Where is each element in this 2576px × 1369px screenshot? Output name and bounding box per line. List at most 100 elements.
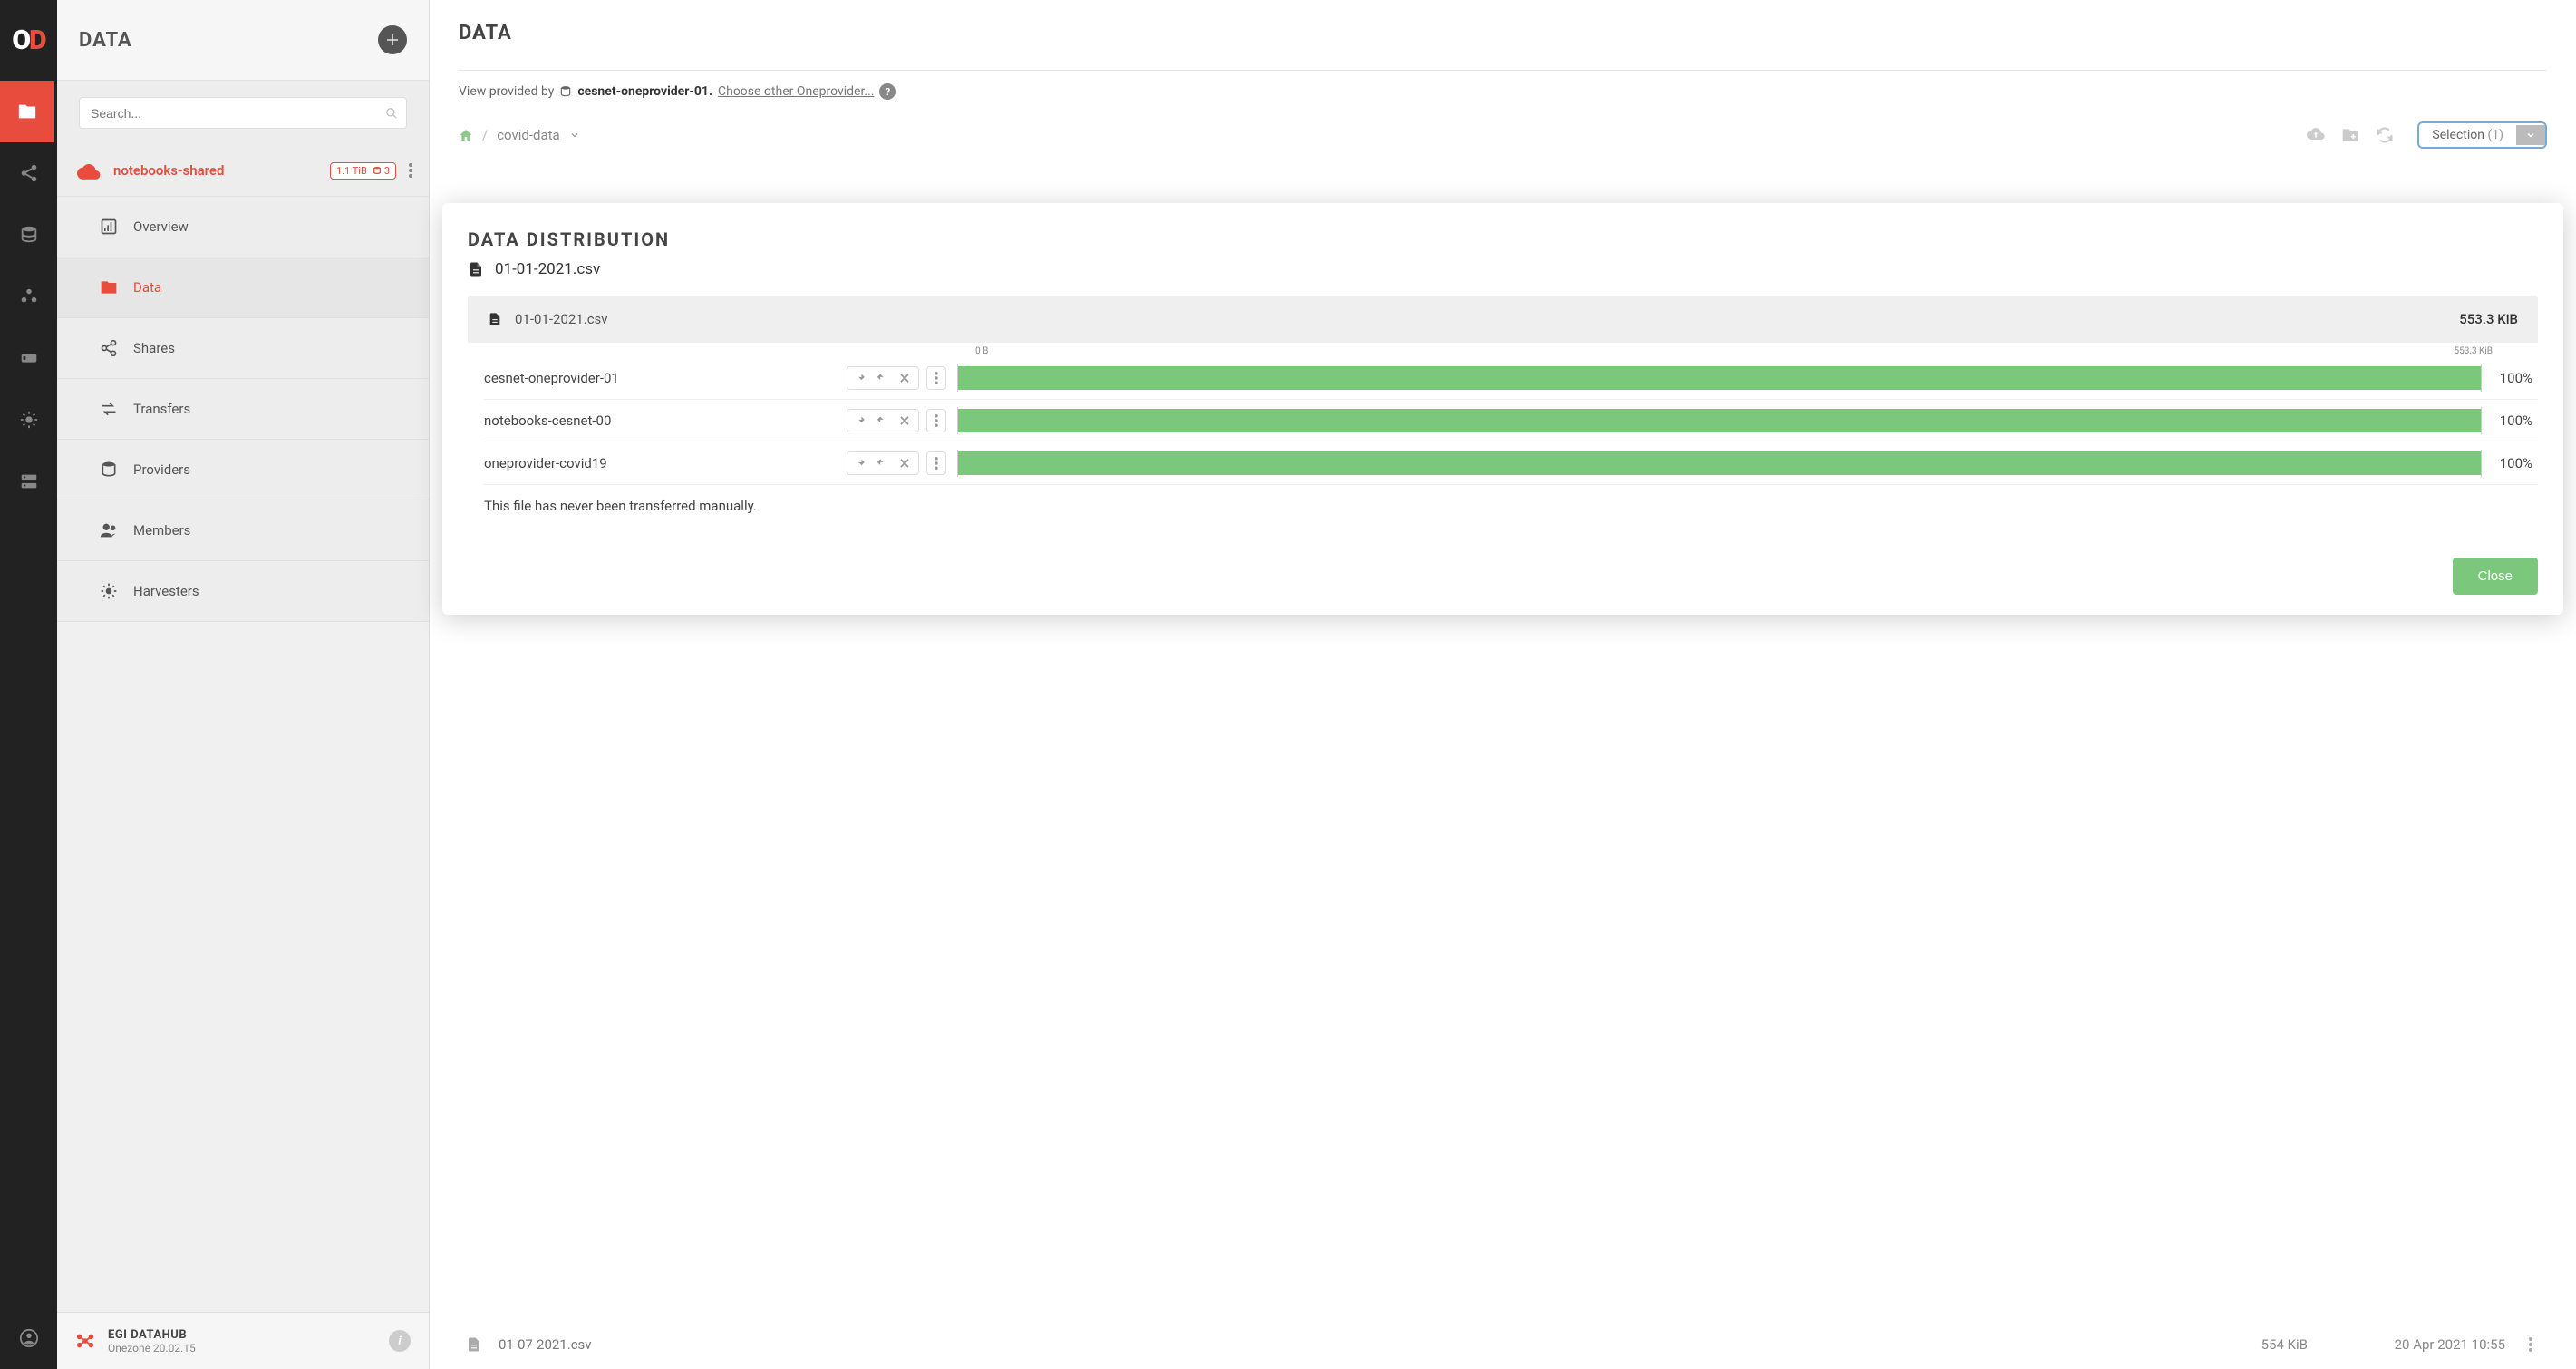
space-name: notebooks-shared <box>113 162 330 179</box>
folder-icon <box>17 102 37 121</box>
provider-menu-2[interactable] <box>926 451 946 475</box>
data-distribution-modal: DATA DISTRIBUTION 01-01-2021.csv 01-01-2… <box>442 203 2563 615</box>
server-icon <box>19 471 39 491</box>
footer-title: EGI DATAHUB <box>108 1328 376 1342</box>
toolbar: / covid-data Selection (1) <box>430 112 2576 158</box>
sidebar-footer: EGI DATAHUB Onezone 20.02.15 i <box>57 1312 429 1369</box>
token-icon <box>19 348 39 368</box>
provider-menu-1[interactable] <box>926 409 946 432</box>
space-menu-button[interactable] <box>403 163 418 178</box>
download-out-icon[interactable] <box>876 372 889 384</box>
info-button[interactable]: i <box>389 1330 411 1352</box>
provider-row-0: cesnet-oneprovider-01 100% <box>484 357 2538 400</box>
file-icon <box>488 310 502 328</box>
download-out-icon[interactable] <box>876 457 889 470</box>
never-transferred-note: This file has never been transferred man… <box>484 485 2538 521</box>
file-icon <box>468 259 484 279</box>
file-size: 554 KiB <box>2199 1336 2308 1353</box>
provider-pct-2: 100% <box>2493 455 2538 471</box>
home-icon[interactable] <box>459 128 473 142</box>
upload-icon <box>2307 126 2325 144</box>
new-folder-button[interactable] <box>2341 126 2359 144</box>
close-icon[interactable] <box>898 414 911 427</box>
space-badge: 1.1 TiB 3 <box>330 162 396 180</box>
file-menu-button[interactable] <box>2522 1337 2540 1352</box>
add-space-button[interactable] <box>378 25 407 54</box>
sidebar-header: DATA <box>57 0 429 81</box>
space-item[interactable]: notebooks-shared 1.1 TiB 3 <box>57 145 429 197</box>
close-icon[interactable] <box>898 372 911 384</box>
rail-clusters[interactable] <box>0 266 57 327</box>
download-out-icon[interactable] <box>876 414 889 427</box>
database-icon <box>19 225 39 245</box>
refresh-button[interactable] <box>2376 126 2394 144</box>
modal-filename: 01-01-2021.csv <box>495 260 600 278</box>
nav-shares[interactable]: Shares <box>57 318 429 379</box>
main-content: DATA View provided by cesnet-oneprovider… <box>430 0 2576 1369</box>
nav-providers[interactable]: Providers <box>57 440 429 500</box>
footer-subtitle: Onezone 20.02.15 <box>108 1342 376 1354</box>
provider-actions-0 <box>847 366 919 390</box>
upload-button[interactable] <box>2307 126 2325 144</box>
chevron-down-icon[interactable] <box>569 130 580 141</box>
kebab-icon <box>935 372 938 384</box>
search-input[interactable] <box>79 97 407 129</box>
help-icon[interactable]: ? <box>879 83 896 100</box>
rail-databases[interactable] <box>0 204 57 266</box>
new-folder-icon <box>2341 126 2359 144</box>
provider-name: cesnet-oneprovider-01. <box>577 84 712 99</box>
dist-filesize: 553.3 KiB <box>2459 311 2518 327</box>
close-button[interactable]: Close <box>2453 558 2538 595</box>
provider-pct-1: 100% <box>2493 413 2538 429</box>
kebab-icon <box>409 163 412 178</box>
nav-members[interactable]: Members <box>57 500 429 561</box>
dist-filename: 01-01-2021.csv <box>515 311 2446 327</box>
kebab-icon <box>2529 1337 2532 1352</box>
nav-data[interactable]: Data <box>57 257 429 318</box>
provider-name-1: notebooks-cesnet-00 <box>484 413 847 429</box>
download-in-icon[interactable] <box>855 372 867 384</box>
nav-harvesters[interactable]: Harvesters <box>57 561 429 622</box>
share-icon <box>99 338 119 358</box>
members-icon <box>99 520 119 540</box>
file-icon <box>466 1335 482 1354</box>
close-icon[interactable] <box>898 457 911 470</box>
provider-row-2: oneprovider-covid19 100% <box>484 442 2538 485</box>
logo-text: OD <box>12 24 44 56</box>
bulb-icon <box>19 410 39 430</box>
rail-harvest[interactable] <box>0 389 57 451</box>
overview-icon <box>99 217 119 237</box>
cloud-icon <box>77 161 101 180</box>
choose-provider-link[interactable]: Choose other Oneprovider... <box>718 84 874 99</box>
rail-shares[interactable] <box>0 142 57 204</box>
rail-data[interactable] <box>0 81 57 142</box>
file-name: 01-07-2021.csv <box>499 1336 2183 1353</box>
provider-bar-0 <box>957 364 2482 392</box>
selection-chip: Selection (1) <box>2417 121 2547 149</box>
provider-row-1: notebooks-cesnet-00 100% <box>484 400 2538 442</box>
file-row[interactable]: 01-07-2021.csv 554 KiB 20 Apr 2021 10:55 <box>430 1320 2576 1369</box>
share-icon <box>19 163 39 183</box>
provider-bar-1 <box>957 407 2482 434</box>
provider-menu-0[interactable] <box>926 366 946 390</box>
download-in-icon[interactable] <box>855 414 867 427</box>
file-date: 20 Apr 2021 10:55 <box>2324 1336 2505 1353</box>
kebab-icon <box>935 457 938 470</box>
page-title: DATA <box>459 22 2547 44</box>
rail-user[interactable] <box>0 1307 57 1369</box>
download-in-icon[interactable] <box>855 457 867 470</box>
selection-label: Selection (1) <box>2419 123 2516 147</box>
provider-name-2: oneprovider-covid19 <box>484 455 847 471</box>
nav-transfers[interactable]: Transfers <box>57 379 429 440</box>
rail-storage[interactable] <box>0 451 57 512</box>
database-icon <box>559 85 572 98</box>
kebab-icon <box>935 414 938 427</box>
selection-dropdown-button[interactable] <box>2516 125 2545 145</box>
provider-actions-2 <box>847 451 919 475</box>
rail-tokens[interactable] <box>0 327 57 389</box>
nav-overview[interactable]: Overview <box>57 197 429 257</box>
app-logo: OD <box>0 0 57 81</box>
icon-rail: OD <box>0 0 57 1369</box>
breadcrumb-folder[interactable]: covid-data <box>497 127 560 143</box>
harvesters-icon <box>99 581 119 601</box>
